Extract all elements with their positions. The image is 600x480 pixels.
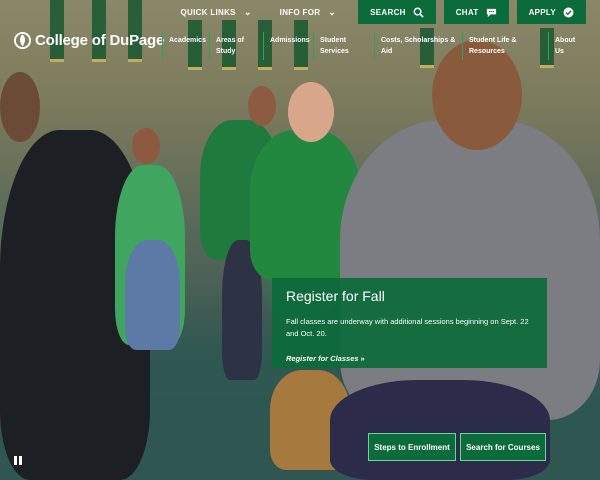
register-for-classes-link[interactable]: Register for Classes» bbox=[286, 354, 365, 363]
pause-video-button[interactable] bbox=[10, 452, 26, 468]
utility-bar: QUICK LINKS ⌄ INFO FOR ⌄ SEARCH CHAT APP… bbox=[167, 0, 586, 24]
person-silhouette bbox=[330, 380, 550, 480]
nav-item-label: Resources bbox=[469, 48, 505, 55]
nav-item-label: Student Life & bbox=[469, 37, 517, 44]
person-head bbox=[248, 86, 276, 126]
hall-banner bbox=[50, 0, 64, 62]
hall-banner bbox=[92, 0, 106, 62]
button-label: Steps to Enrollment bbox=[374, 442, 450, 452]
nav-item-student-life-resources[interactable]: Student Life & Resources bbox=[462, 32, 548, 60]
chat-bubble-icon bbox=[486, 8, 496, 17]
search-icon bbox=[413, 7, 424, 18]
nav-item-about-us[interactable]: About Us bbox=[548, 32, 588, 60]
nav-item-label: Student bbox=[320, 37, 347, 44]
card-title: Register for Fall bbox=[286, 288, 385, 304]
person-head bbox=[132, 128, 160, 164]
search-label: SEARCH bbox=[370, 7, 406, 17]
nav-item-label: Study bbox=[216, 48, 236, 55]
search-for-courses-button[interactable]: Search for Courses bbox=[460, 433, 546, 461]
chat-label: CHAT bbox=[455, 7, 479, 17]
nav-item-label: Areas of bbox=[216, 37, 245, 44]
person-silhouette bbox=[125, 240, 180, 350]
info-for-toggle[interactable]: INFO FOR ⌄ bbox=[266, 0, 350, 24]
person-head bbox=[0, 72, 40, 142]
pause-icon bbox=[13, 455, 23, 465]
link-label: Register for Classes bbox=[286, 354, 359, 363]
card-body: Fall classes are underway with additiona… bbox=[286, 317, 529, 338]
nav-item-label: Us bbox=[555, 48, 564, 55]
hall-banner bbox=[128, 0, 142, 62]
person-silhouette bbox=[340, 120, 600, 420]
nav-item-costs-scholarships-aid[interactable]: Costs, Scholarships & Aid bbox=[374, 32, 462, 60]
nav-item-admissions[interactable]: Admissions bbox=[263, 32, 313, 60]
nav-item-label: About bbox=[555, 37, 576, 44]
apply-button[interactable]: APPLY bbox=[516, 0, 586, 24]
steps-to-enrollment-button[interactable]: Steps to Enrollment bbox=[368, 433, 456, 461]
nav-item-label: Academics bbox=[169, 37, 206, 44]
chevron-down-icon: ⌄ bbox=[328, 6, 337, 17]
nav-item-student-services[interactable]: Student Services bbox=[313, 32, 374, 60]
nav-item-label: Aid bbox=[381, 48, 393, 55]
double-chevron-right-icon: » bbox=[360, 354, 365, 363]
chat-button[interactable]: CHAT bbox=[443, 0, 509, 24]
register-promo-card: Register for Fall Fall classes are under… bbox=[272, 278, 547, 368]
quick-links-toggle[interactable]: QUICK LINKS ⌄ bbox=[167, 0, 266, 24]
main-nav: Academics Areas of Study Admissions Stud… bbox=[162, 32, 600, 60]
hero-background-image bbox=[0, 0, 600, 480]
cod-logo-icon bbox=[14, 32, 31, 49]
person-head bbox=[288, 82, 334, 142]
apply-label: APPLY bbox=[528, 7, 556, 17]
brand-name: College of DuPage bbox=[35, 32, 165, 49]
check-circle-icon bbox=[563, 7, 574, 17]
nav-item-label: Costs, Scholarships & bbox=[381, 37, 456, 44]
search-button[interactable]: SEARCH bbox=[358, 0, 436, 24]
nav-item-label: Admissions bbox=[270, 37, 310, 44]
nav-item-academics[interactable]: Academics bbox=[162, 32, 209, 60]
nav-item-label: Services bbox=[320, 48, 349, 55]
button-label: Search for Courses bbox=[466, 442, 540, 452]
quick-links-label: QUICK LINKS bbox=[180, 7, 236, 17]
info-for-label: INFO FOR bbox=[279, 7, 321, 17]
chevron-down-icon: ⌄ bbox=[243, 6, 252, 17]
site-logo[interactable]: College of DuPage bbox=[14, 32, 164, 49]
nav-item-areas-of-study[interactable]: Areas of Study bbox=[209, 32, 263, 60]
